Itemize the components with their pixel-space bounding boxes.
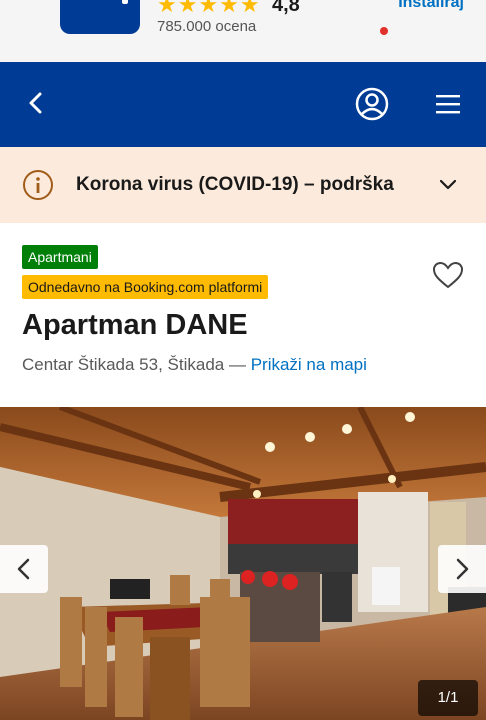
notice-text: Korona virus (COVID-19) – podrška [76,174,394,195]
hamburger-menu-icon[interactable] [434,93,462,115]
chevron-down-icon[interactable] [438,175,458,195]
chevron-left-icon[interactable] [22,88,52,118]
new-on-booking-badge: Odnedavno na Booking.com platformi [22,275,269,299]
property-type-badge: Apartmani [22,245,98,269]
booking-app-logo [60,0,140,34]
review-count: 785.000 ocena [157,18,257,35]
install-button[interactable]: Instaliraj [398,0,464,12]
covid-notice-banner[interactable]: Korona virus (COVID-19) – podrška [0,147,486,223]
address-text: Centar Štikada 53, Štikada — [22,355,246,374]
heart-icon[interactable] [432,260,464,290]
info-icon [23,170,53,200]
rating-stars: ★★★★★ [157,0,261,17]
property-address: Centar Štikada 53, Štikada — Prikaži na … [22,355,367,375]
show-on-map-link[interactable]: Prikaži na mapi [251,355,367,374]
chevron-right-icon [456,558,469,580]
chevron-left-icon [17,558,30,580]
next-photo-button[interactable] [438,545,486,593]
apartment-interior-photo [0,407,486,720]
property-photo[interactable] [0,407,486,720]
top-navigation-bar [0,62,486,147]
user-circle-icon[interactable] [355,87,389,121]
notification-dot [380,27,388,35]
app-rating: 4,8 [272,0,300,16]
app-install-banner: ★★★★★ 4,8 785.000 ocena Instaliraj [0,0,486,62]
property-title: Apartman DANE [22,309,248,341]
photo-counter: 1/1 [418,680,478,716]
previous-photo-button[interactable] [0,545,48,593]
